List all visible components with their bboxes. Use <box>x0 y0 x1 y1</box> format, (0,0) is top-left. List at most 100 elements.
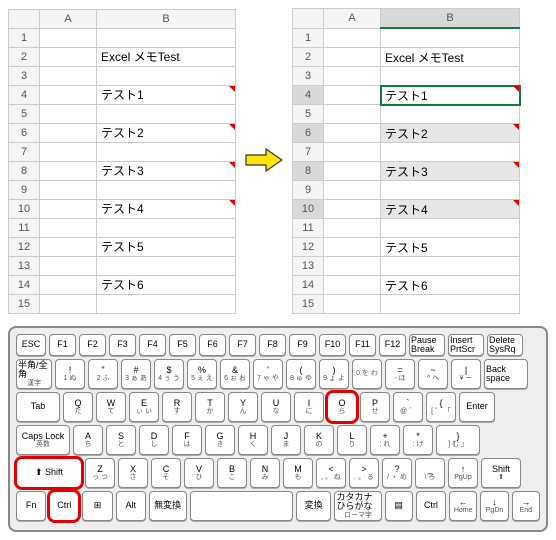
key--[interactable]: {[ ゜ 「 <box>426 392 456 422</box>
key-j[interactable]: Jま <box>271 425 301 455</box>
key-v[interactable]: Vひ <box>184 458 214 488</box>
key-f4[interactable]: F4 <box>139 334 166 356</box>
cell[interactable] <box>40 123 97 142</box>
key-e[interactable]: Eぃ い <box>129 392 159 422</box>
cell[interactable] <box>40 218 97 237</box>
key--[interactable]: ↑PgUp <box>448 458 478 488</box>
key-enter[interactable]: Enter <box>459 392 495 422</box>
cell[interactable] <box>381 143 520 162</box>
column-header[interactable]: A <box>324 9 381 29</box>
cell[interactable] <box>40 47 97 66</box>
row-header[interactable]: 6 <box>9 123 40 142</box>
cell[interactable] <box>324 257 381 276</box>
key-esc[interactable]: ESC <box>16 334 46 356</box>
row-header[interactable]: 10 <box>293 200 324 219</box>
cell[interactable] <box>381 67 520 86</box>
cell[interactable]: テスト5 <box>97 237 236 256</box>
key-caps-lock[interactable]: Caps Lock英数 <box>16 425 70 455</box>
cell[interactable] <box>97 218 236 237</box>
cell[interactable] <box>324 238 381 257</box>
cell[interactable] <box>97 256 236 275</box>
key--[interactable]: >. 。 る <box>349 458 379 488</box>
column-header[interactable]: A <box>40 9 97 28</box>
row-header[interactable]: 12 <box>9 237 40 256</box>
cell[interactable] <box>40 104 97 123</box>
key--[interactable]: "2 ふ <box>88 359 118 389</box>
key-a[interactable]: Aち <box>73 425 103 455</box>
cell[interactable] <box>324 48 381 67</box>
cell[interactable] <box>40 180 97 199</box>
cell[interactable] <box>324 200 381 219</box>
key--[interactable]: (8 ゅ ゆ <box>286 359 316 389</box>
cell[interactable]: テスト4 <box>97 199 236 218</box>
row-header[interactable]: 5 <box>9 104 40 123</box>
key--[interactable]: &6 ぉ お <box>220 359 250 389</box>
key--[interactable]: ~^ へ <box>418 359 448 389</box>
cell[interactable] <box>40 256 97 275</box>
cell[interactable]: Excel メモTest <box>381 48 520 67</box>
row-header[interactable]: 6 <box>293 124 324 143</box>
key-shift[interactable]: Shift⬆ <box>481 458 521 488</box>
key-tab[interactable]: Tab <box>16 392 60 422</box>
key--object-object-[interactable]: 0 を わ <box>352 359 382 389</box>
row-header[interactable]: 9 <box>293 181 324 200</box>
cell[interactable] <box>381 219 520 238</box>
key-f9[interactable]: F9 <box>289 334 316 356</box>
key-q[interactable]: Qた <box>63 392 93 422</box>
cell[interactable] <box>40 161 97 180</box>
key--[interactable]: }] む 」 <box>436 425 480 455</box>
key-t[interactable]: Tか <box>195 392 225 422</box>
cell[interactable] <box>324 28 381 48</box>
key-f12[interactable]: F12 <box>379 334 406 356</box>
row-header[interactable]: 3 <box>9 66 40 85</box>
column-header[interactable]: B <box>381 9 520 29</box>
key--[interactable]: )9 ょ よ <box>319 359 349 389</box>
row-header[interactable]: 9 <box>9 180 40 199</box>
key-y[interactable]: Yん <box>228 392 258 422</box>
cell[interactable]: Excel メモTest <box>97 47 236 66</box>
key-g[interactable]: Gき <box>205 425 235 455</box>
row-header[interactable]: 14 <box>293 276 324 295</box>
key--[interactable]: =- ほ <box>385 359 415 389</box>
cell[interactable] <box>40 28 97 47</box>
key-f8[interactable]: F8 <box>259 334 286 356</box>
cell[interactable] <box>97 28 236 47</box>
key--[interactable]: `@ ゛ <box>393 392 423 422</box>
key--[interactable]: <, 、 ね <box>316 458 346 488</box>
cell[interactable] <box>97 294 236 313</box>
cell[interactable] <box>40 294 97 313</box>
row-header[interactable]: 1 <box>293 28 324 48</box>
cell[interactable] <box>324 219 381 238</box>
key-f[interactable]: Fは <box>172 425 202 455</box>
key--shift[interactable]: ⬆ Shift <box>16 458 82 488</box>
cell[interactable] <box>381 181 520 200</box>
key-h[interactable]: Hく <box>238 425 268 455</box>
cell[interactable] <box>97 66 236 85</box>
row-header[interactable]: 8 <box>9 161 40 180</box>
cell[interactable] <box>324 143 381 162</box>
row-header[interactable]: 7 <box>293 143 324 162</box>
key--[interactable]: 半角/全角漢字 <box>16 359 52 389</box>
row-header[interactable]: 1 <box>9 28 40 47</box>
row-header[interactable]: 2 <box>9 47 40 66</box>
key-f3[interactable]: F3 <box>109 334 136 356</box>
cell[interactable]: テスト3 <box>97 161 236 180</box>
row-header[interactable]: 12 <box>293 238 324 257</box>
cell[interactable] <box>381 105 520 124</box>
key-m[interactable]: Mも <box>283 458 313 488</box>
key-f5[interactable]: F5 <box>169 334 196 356</box>
cell[interactable]: テスト1 <box>97 85 236 104</box>
key-d[interactable]: Dし <box>139 425 169 455</box>
key--[interactable]: +; れ <box>370 425 400 455</box>
key-x[interactable]: Xさ <box>118 458 148 488</box>
cell[interactable] <box>324 276 381 295</box>
row-header[interactable]: 11 <box>293 219 324 238</box>
key-delete-sysrq[interactable]: Delete SysRq <box>487 334 523 356</box>
key-l[interactable]: Lり <box>337 425 367 455</box>
row-header[interactable]: 11 <box>9 218 40 237</box>
row-header[interactable]: 13 <box>9 256 40 275</box>
key-u[interactable]: Uな <box>261 392 291 422</box>
key--[interactable]: '7 ゃ や <box>253 359 283 389</box>
key--[interactable]: %5 ぇ え <box>187 359 217 389</box>
key-r[interactable]: Rす <box>162 392 192 422</box>
